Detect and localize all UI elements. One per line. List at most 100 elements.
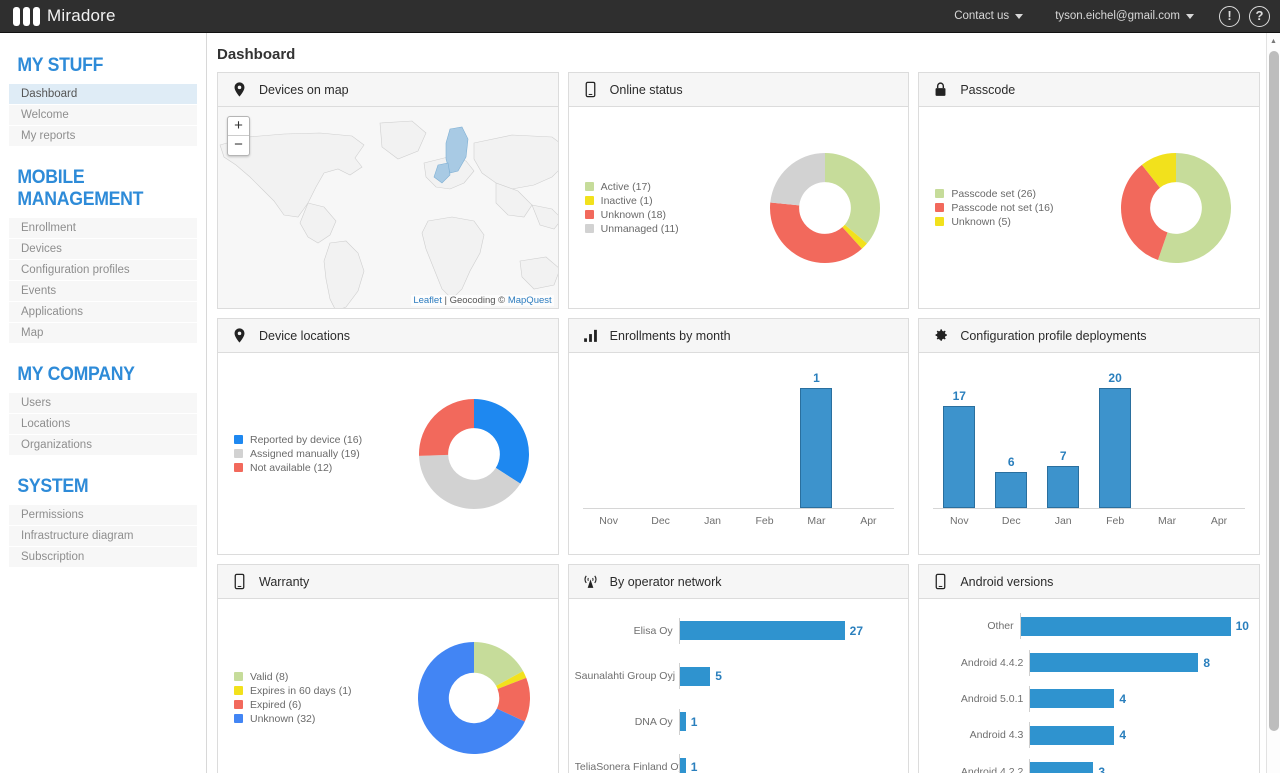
sidebar-item-map[interactable]: Map bbox=[9, 323, 197, 344]
sidebar-item-users[interactable]: Users bbox=[9, 393, 197, 414]
bar-value-label: 1 bbox=[691, 715, 698, 729]
bar-column bbox=[739, 363, 791, 508]
legend-item[interactable]: Expires in 60 days (1) bbox=[234, 685, 391, 697]
donut-slice[interactable] bbox=[825, 153, 880, 244]
donut-slice[interactable] bbox=[474, 399, 529, 484]
contact-us-menu[interactable]: Contact us bbox=[938, 0, 1039, 33]
mapquest-link[interactable]: MapQuest bbox=[508, 295, 552, 306]
bar[interactable] bbox=[1047, 466, 1079, 508]
legend-item[interactable]: Passcode not set (16) bbox=[935, 202, 1092, 214]
legend-item[interactable]: Passcode set (26) bbox=[935, 188, 1092, 200]
legend-item[interactable]: Valid (8) bbox=[234, 671, 391, 683]
legend-label: Unmanaged (11) bbox=[601, 223, 679, 235]
main-content: Dashboard Devices on map bbox=[208, 33, 1266, 773]
panel-online-status: Online status Active (17)Inactive (1)Unk… bbox=[568, 72, 910, 309]
bar[interactable] bbox=[1030, 653, 1198, 672]
sidebar-item-organizations[interactable]: Organizations bbox=[9, 435, 197, 456]
legend-item[interactable]: Expired (6) bbox=[234, 699, 391, 711]
legend-item[interactable]: Unknown (5) bbox=[935, 216, 1092, 228]
bar-track: 5 bbox=[679, 663, 899, 689]
donut-slice[interactable] bbox=[770, 153, 825, 205]
bar[interactable] bbox=[943, 406, 975, 508]
legend-swatch bbox=[234, 700, 243, 709]
exclamation-circle-icon[interactable]: ! bbox=[1219, 6, 1240, 27]
x-axis-tick-label: Apr bbox=[1193, 509, 1245, 527]
sidebar-item-welcome[interactable]: Welcome bbox=[9, 105, 197, 126]
legend-item[interactable]: Unknown (18) bbox=[585, 209, 742, 221]
brand-logo-area[interactable]: Miradore bbox=[0, 6, 116, 26]
panel-body: Valid (8) Expires in 60 days (1) Expired (… bbox=[218, 599, 558, 773]
legend-item[interactable]: Unknown (32) bbox=[234, 713, 391, 725]
x-axis-tick-label: Dec bbox=[985, 509, 1037, 527]
sidebar-item-enrollment[interactable]: Enrollment bbox=[9, 218, 197, 239]
y-axis-tick-label: Android 4.2.2 bbox=[925, 766, 1029, 773]
bar-value-label: 5 bbox=[715, 669, 722, 683]
sidebar-item-infrastructure-diagram[interactable]: Infrastructure diagram bbox=[9, 526, 197, 547]
bar-row: Android 4.34 bbox=[925, 722, 1249, 748]
bar[interactable] bbox=[680, 621, 845, 640]
donut-chart[interactable] bbox=[391, 398, 557, 510]
sidebar-item-dashboard[interactable]: Dashboard bbox=[9, 84, 197, 105]
sidebar-item-subscription[interactable]: Subscription bbox=[9, 547, 197, 568]
bar[interactable] bbox=[1021, 617, 1231, 636]
question-circle-icon[interactable]: ? bbox=[1249, 6, 1270, 27]
bar[interactable] bbox=[1099, 388, 1131, 508]
panel-devices-on-map: Devices on map bbox=[217, 72, 559, 309]
legend-item[interactable]: Inactive (1) bbox=[585, 195, 742, 207]
account-menu[interactable]: tyson.eichel@gmail.com bbox=[1039, 0, 1210, 33]
sidebar-item-permissions[interactable]: Permissions bbox=[9, 505, 197, 526]
bar-value-label: 4 bbox=[1119, 728, 1126, 742]
bar[interactable] bbox=[1030, 689, 1114, 708]
chart-area: Reported by device (16) Assigned manually… bbox=[218, 353, 558, 554]
donut-slice[interactable] bbox=[419, 399, 474, 456]
sidebar-item-applications[interactable]: Applications bbox=[9, 302, 197, 323]
leaflet-link[interactable]: Leaflet bbox=[413, 295, 442, 306]
bar[interactable] bbox=[680, 667, 711, 686]
sidebar-item-devices[interactable]: Devices bbox=[9, 239, 197, 260]
donut-chart[interactable] bbox=[391, 641, 557, 755]
sidebar-item-my-reports[interactable]: My reports bbox=[9, 126, 197, 147]
bar[interactable] bbox=[1030, 726, 1114, 745]
y-axis-tick-label: Android 4.4.2 bbox=[925, 657, 1029, 669]
legend-item[interactable]: Active (17) bbox=[585, 181, 742, 193]
legend-item[interactable]: Reported by device (16) bbox=[234, 434, 391, 446]
donut-chart[interactable] bbox=[742, 152, 908, 264]
legend-item[interactable]: Not available (12) bbox=[234, 462, 391, 474]
bar-column: 7 bbox=[1037, 363, 1089, 508]
bar-value-label: 7 bbox=[1060, 449, 1067, 463]
sidebar-item-locations[interactable]: Locations bbox=[9, 414, 197, 435]
scroll-up-arrow-icon[interactable]: ▲ bbox=[1267, 33, 1280, 49]
world-map[interactable]: + − Leaflet | Geocoding © MapQuest bbox=[218, 107, 558, 308]
bar[interactable] bbox=[800, 388, 832, 508]
world-map-svg bbox=[218, 107, 558, 308]
mobile-device-icon bbox=[231, 573, 248, 590]
vertical-scrollbar[interactable]: ▲ bbox=[1266, 33, 1280, 773]
bar-column: 20 bbox=[1089, 363, 1141, 508]
chart-area: Passcode set (26) Passcode not set (16) Un… bbox=[919, 107, 1259, 308]
sidebar-item-configuration-profiles[interactable]: Configuration profiles bbox=[9, 260, 197, 281]
legend-label: Not available (12) bbox=[250, 462, 332, 474]
panel-title: Android versions bbox=[960, 575, 1053, 589]
horizontal-bar-chart: Elisa Oy27Saunalahti Group Oyj5DNA Oy1Te… bbox=[569, 599, 909, 773]
scrollbar-thumb[interactable] bbox=[1269, 51, 1279, 731]
bar[interactable] bbox=[1030, 762, 1093, 773]
x-axis-tick-label: Feb bbox=[1089, 509, 1141, 527]
legend-item[interactable]: Unmanaged (11) bbox=[585, 223, 742, 235]
plot-area: 1 bbox=[583, 363, 895, 508]
bar-column bbox=[583, 363, 635, 508]
legend-item[interactable]: Assigned manually (19) bbox=[234, 448, 391, 460]
legend-swatch bbox=[234, 449, 243, 458]
panel-device-locations: Device locations Reported by device (16)… bbox=[217, 318, 559, 555]
chart-area: Valid (8) Expires in 60 days (1) Expired (… bbox=[218, 599, 558, 773]
map-zoom-out-button[interactable]: − bbox=[228, 136, 249, 155]
donut-chart[interactable] bbox=[1093, 152, 1259, 264]
bar[interactable] bbox=[995, 472, 1027, 508]
vertical-bar-chart: 1NovDecJanFebMarApr bbox=[569, 353, 909, 554]
legend-label: Active (17) bbox=[601, 181, 651, 193]
map-zoom-in-button[interactable]: + bbox=[228, 117, 249, 136]
sidebar-item-events[interactable]: Events bbox=[9, 281, 197, 302]
antenna-icon bbox=[582, 573, 599, 590]
panel-header: Warranty bbox=[218, 565, 558, 599]
bar[interactable] bbox=[680, 758, 686, 773]
bar[interactable] bbox=[680, 712, 686, 731]
